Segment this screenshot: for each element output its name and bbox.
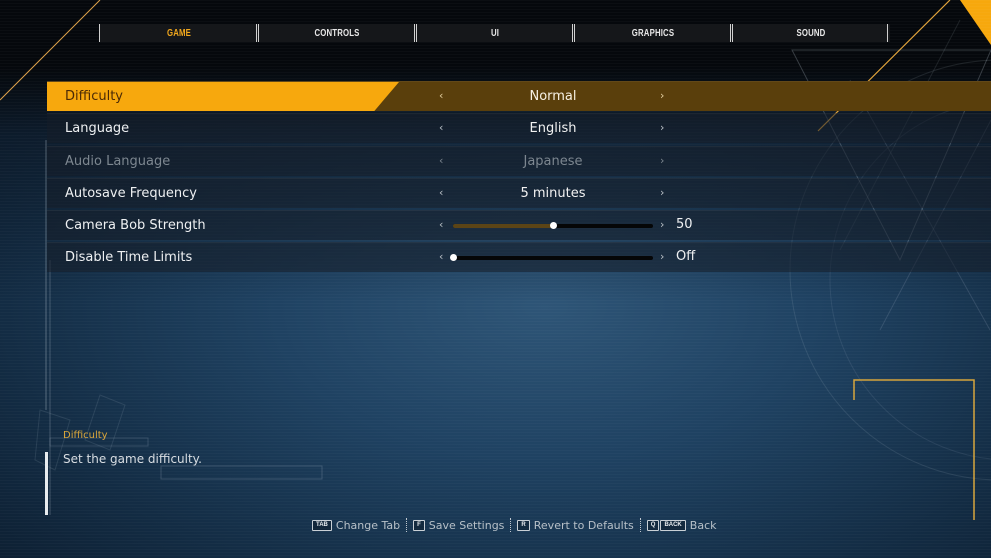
deco-shape-2 xyxy=(84,394,126,451)
settings-list: Difficulty ‹ Normal › Language ‹ English… xyxy=(47,81,991,275)
chevron-right-icon[interactable]: › xyxy=(660,114,664,142)
setting-label: Autosave Frequency xyxy=(65,185,197,201)
chevron-left-icon[interactable]: ‹ xyxy=(439,82,443,110)
hint-label: Revert to Defaults xyxy=(533,518,634,532)
deco-text-box xyxy=(160,465,323,480)
deco-orange-corner xyxy=(960,0,991,45)
tab-separator xyxy=(99,24,102,42)
hint-label: Back xyxy=(689,518,717,532)
tab-game[interactable]: GAME xyxy=(117,24,240,42)
deco-orange-bracket xyxy=(853,379,975,520)
description-accent-bar xyxy=(45,452,48,515)
tab-bar: GAME CONTROLS UI GRAPHICS SOUND xyxy=(100,24,890,42)
setting-row-language[interactable]: Language ‹ English › xyxy=(47,113,991,144)
slider-fill xyxy=(453,224,553,229)
setting-value: Normal xyxy=(529,89,577,104)
camera-bob-slider[interactable] xyxy=(453,222,653,230)
footer-hints: TAB Change Tab F Save Settings R Revert … xyxy=(312,517,717,533)
footer-separator xyxy=(406,518,408,532)
setting-row-audio-language: Audio Language ‹ Japanese › xyxy=(47,145,991,176)
hint-change-tab[interactable]: TAB Change Tab xyxy=(312,519,400,532)
tab-separator xyxy=(730,24,733,42)
tab-separator xyxy=(414,24,417,42)
chevron-left-icon[interactable]: ‹ xyxy=(439,179,443,207)
hint-revert-defaults[interactable]: R Revert to Defaults xyxy=(517,518,634,532)
slider-value: 50 xyxy=(676,217,693,233)
setting-row-disable-time-limits[interactable]: Disable Time Limits ‹ › Off xyxy=(47,242,991,273)
chevron-left-icon[interactable]: ‹ xyxy=(439,114,443,142)
tab-separator xyxy=(256,24,259,42)
setting-value: Japanese xyxy=(523,153,583,169)
setting-label: Difficulty xyxy=(65,89,123,104)
chevron-left-icon: ‹ xyxy=(439,153,444,167)
description-text: Set the game difficulty. xyxy=(63,452,202,466)
hint-label: Change Tab xyxy=(335,518,401,532)
tab-controls[interactable]: CONTROLS xyxy=(275,24,398,42)
time-limits-slider[interactable] xyxy=(450,254,653,262)
key-r-icon: R xyxy=(517,519,530,531)
tab-separator xyxy=(572,24,575,42)
setting-value: 5 minutes xyxy=(520,185,586,201)
setting-row-camera-bob-strength[interactable]: Camera Bob Strength ‹ › 50 xyxy=(47,210,991,241)
chevron-right-icon: › xyxy=(660,153,665,167)
hint-label: Save Settings xyxy=(428,518,505,532)
setting-row-difficulty[interactable]: Difficulty ‹ Normal › xyxy=(47,81,991,111)
footer-separator xyxy=(510,518,512,532)
hint-save-settings[interactable]: F Save Settings xyxy=(413,519,504,532)
key-f-icon: F xyxy=(413,519,425,531)
setting-label: Audio Language xyxy=(65,153,171,169)
hint-back[interactable]: Q BACK Back xyxy=(646,518,717,532)
setting-value: English xyxy=(529,121,577,137)
chevron-left-icon[interactable]: ‹ xyxy=(439,211,443,239)
chevron-right-icon[interactable]: › xyxy=(660,243,664,271)
slider-value: Off xyxy=(676,249,696,265)
tab-separator xyxy=(887,24,890,42)
key-q-icon: Q xyxy=(646,519,660,531)
setting-label: Camera Bob Strength xyxy=(65,218,206,234)
description-title: Difficulty xyxy=(63,430,108,441)
chevron-left-icon[interactable]: ‹ xyxy=(439,243,443,271)
slider-knob[interactable] xyxy=(450,254,457,262)
footer-separator xyxy=(639,518,642,532)
setting-label: Disable Time Limits xyxy=(65,250,193,266)
key-tab-icon: TAB xyxy=(312,519,332,531)
chevron-right-icon[interactable]: › xyxy=(660,179,664,207)
tab-ui[interactable]: UI xyxy=(433,24,556,42)
tab-sound[interactable]: SOUND xyxy=(749,24,872,42)
key-backspace-icon: BACK xyxy=(660,519,686,531)
chevron-right-icon[interactable]: › xyxy=(660,82,664,110)
chevron-right-icon[interactable]: › xyxy=(660,211,664,239)
slider-knob[interactable] xyxy=(550,222,557,230)
tab-graphics[interactable]: GRAPHICS xyxy=(591,24,714,42)
setting-row-autosave-frequency[interactable]: Autosave Frequency ‹ 5 minutes › xyxy=(47,177,991,208)
setting-label: Language xyxy=(65,121,130,137)
